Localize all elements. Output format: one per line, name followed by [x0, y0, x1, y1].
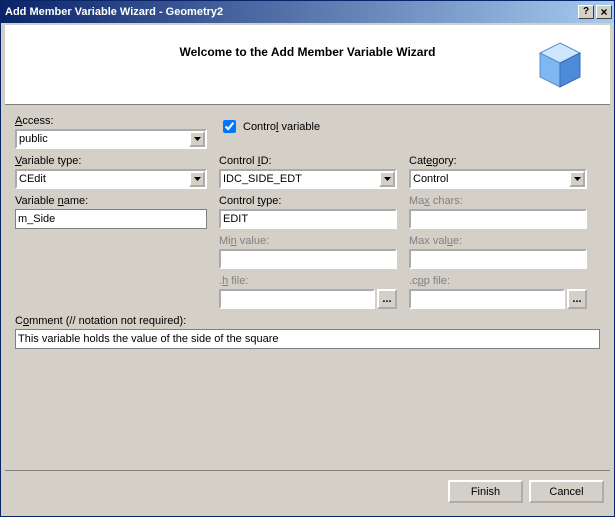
variable-type-label: Variable type: — [15, 155, 207, 167]
min-value-field — [219, 249, 397, 269]
max-chars-field — [409, 209, 587, 229]
category-label: Category: — [409, 155, 587, 167]
header-panel: Welcome to the Add Member Variable Wizar… — [5, 25, 610, 105]
titlebar: Add Member Variable Wizard - Geometry2 ?… — [1, 1, 614, 23]
max-value-label: Max value: — [409, 235, 587, 247]
variable-name-label: Variable name: — [15, 195, 207, 207]
chevron-down-icon — [189, 131, 205, 147]
cpp-file-browse-button[interactable]: ... — [567, 289, 587, 309]
wizard-cube-icon — [534, 39, 586, 91]
wizard-window: Add Member Variable Wizard - Geometry2 ?… — [0, 0, 615, 517]
page-title: Welcome to the Add Member Variable Wizar… — [180, 45, 436, 59]
variable-name-input[interactable] — [15, 209, 207, 229]
h-file-label: .h file: — [219, 275, 397, 287]
comment-label: Comment (// notation not required): — [15, 315, 600, 327]
max-value-field — [409, 249, 587, 269]
max-chars-label: Max chars: — [409, 195, 587, 207]
control-id-label: Control ID: — [219, 155, 397, 167]
form-area: Access: public Control variable Variable… — [1, 105, 614, 359]
window-title: Add Member Variable Wizard - Geometry2 — [5, 6, 223, 18]
comment-input[interactable] — [15, 329, 600, 349]
chevron-down-icon — [569, 171, 585, 187]
min-value-label: Min value: — [219, 235, 397, 247]
button-bar: Finish Cancel — [5, 470, 610, 512]
access-dropdown[interactable]: public — [15, 129, 207, 149]
chevron-down-icon — [189, 171, 205, 187]
control-type-field: EDIT — [219, 209, 397, 229]
variable-type-dropdown[interactable]: CEdit — [15, 169, 207, 189]
cpp-file-field — [409, 289, 565, 309]
help-button[interactable]: ? — [578, 5, 594, 19]
control-variable-label: Control variable — [243, 121, 320, 133]
cancel-button[interactable]: Cancel — [529, 480, 604, 503]
control-variable-checkbox[interactable] — [223, 120, 236, 133]
finish-button[interactable]: Finish — [448, 480, 523, 503]
category-dropdown[interactable]: Control — [409, 169, 587, 189]
access-label: Access: — [15, 115, 207, 127]
control-type-label: Control type: — [219, 195, 397, 207]
titlebar-buttons: ? × — [578, 5, 612, 19]
control-id-dropdown[interactable]: IDC_SIDE_EDT — [219, 169, 397, 189]
cpp-file-label: .cpp file: — [409, 275, 587, 287]
h-file-field — [219, 289, 375, 309]
control-id-value: IDC_SIDE_EDT — [223, 173, 302, 185]
variable-type-value: CEdit — [19, 173, 46, 185]
access-value: public — [19, 133, 48, 145]
chevron-down-icon — [379, 171, 395, 187]
h-file-browse-button[interactable]: ... — [377, 289, 397, 309]
close-button[interactable]: × — [596, 5, 612, 19]
category-value: Control — [413, 173, 448, 185]
